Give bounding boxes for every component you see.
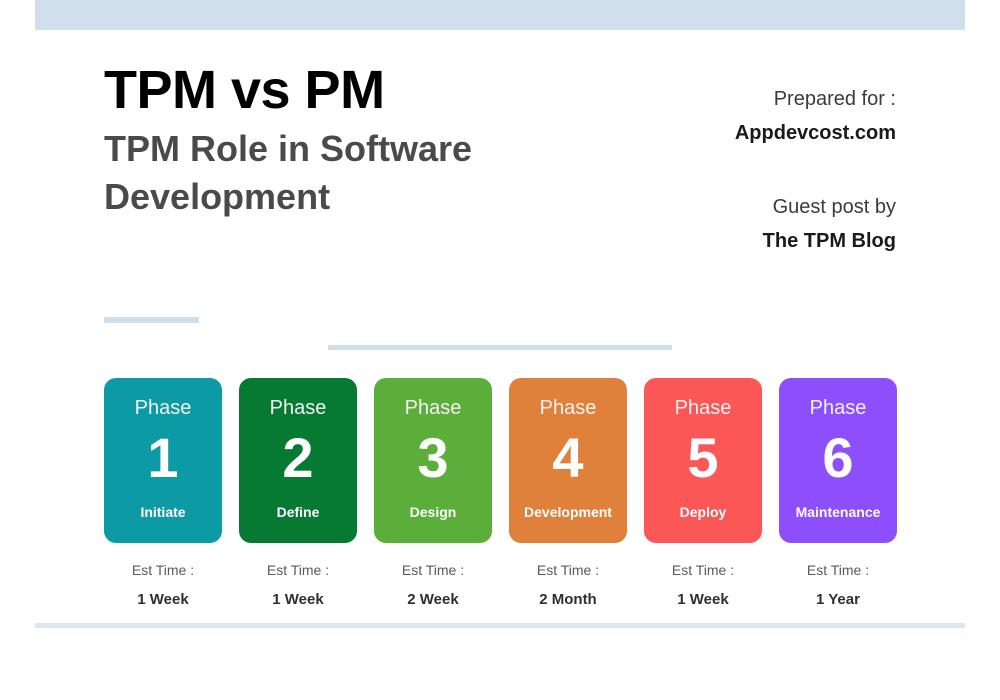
- phase-number: 4: [552, 426, 584, 489]
- phase-word: Phase: [134, 397, 192, 419]
- page-title: TPM vs PM: [104, 60, 385, 120]
- est-time-label: Est Time :: [131, 562, 195, 578]
- est-time-label: Est Time :: [401, 562, 465, 578]
- est-time-block-3: Est Time : 2 Week: [402, 561, 464, 610]
- est-time-label: Est Time :: [266, 562, 330, 578]
- credit-guest-post-by: Guest post by The TPM Blog: [596, 192, 896, 256]
- est-time-value: 1 Week: [137, 590, 189, 608]
- est-time-value: 1 Year: [816, 590, 860, 608]
- decorative-rule-bottom: [35, 623, 965, 628]
- top-decorative-band: [35, 0, 965, 30]
- credit-value: Appdevcost.com: [734, 122, 896, 144]
- phase-number: 3: [417, 426, 449, 489]
- est-time-value: 1 Week: [677, 590, 729, 608]
- phase-card-2[interactable]: Phase 2 Define: [239, 378, 357, 543]
- page-subtitle: TPM Role in Software Development: [104, 127, 473, 218]
- phase-name: Development: [524, 504, 612, 520]
- est-time-block-1: Est Time : 1 Week: [132, 561, 194, 610]
- est-time-block-4: Est Time : 2 Month: [537, 561, 599, 610]
- est-time-label: Est Time :: [671, 562, 735, 578]
- phase-column: Phase 5 Deploy Est Time : 1 Week: [644, 378, 762, 610]
- phase-card-3[interactable]: Phase 3 Design: [374, 378, 492, 543]
- slide-canvas: TPM vs PM TPM Role in Software Developme…: [0, 0, 1000, 700]
- header-region: TPM vs PM TPM Role in Software Developme…: [0, 62, 1000, 262]
- credit-label: Prepared for :: [773, 88, 896, 110]
- est-time-value: 2 Week: [407, 590, 459, 608]
- phase-column: Phase 2 Define Est Time : 1 Week: [239, 378, 357, 610]
- decorative-rule-long: [328, 345, 672, 350]
- phase-column: Phase 4 Development Est Time : 2 Month: [509, 378, 627, 610]
- phase-card-6[interactable]: Phase 6 Maintenance: [779, 378, 897, 543]
- est-time-label: Est Time :: [806, 562, 870, 578]
- phase-name: Define: [276, 504, 320, 520]
- phase-number: 1: [147, 426, 179, 489]
- phase-word: Phase: [539, 397, 597, 419]
- phase-number: 6: [822, 426, 854, 489]
- phase-card-4[interactable]: Phase 4 Development: [509, 378, 627, 543]
- phase-name: Deploy: [679, 504, 727, 520]
- credits-block: Prepared for : Appdevcost.com Guest post…: [596, 84, 896, 256]
- phase-word: Phase: [404, 397, 462, 419]
- est-time-block-2: Est Time : 1 Week: [267, 561, 329, 610]
- phase-number: 2: [282, 426, 314, 489]
- phase-name: Initiate: [140, 504, 186, 520]
- title-block: TPM vs PM TPM Role in Software Developme…: [104, 62, 624, 222]
- est-time-block-6: Est Time : 1 Year: [807, 561, 869, 610]
- est-time-label: Est Time :: [536, 562, 600, 578]
- phase-word: Phase: [269, 397, 327, 419]
- phase-column: Phase 3 Design Est Time : 2 Week: [374, 378, 492, 610]
- phase-number: 5: [687, 426, 719, 489]
- phase-card-5[interactable]: Phase 5 Deploy: [644, 378, 762, 543]
- phase-card-1[interactable]: Phase 1 Initiate: [104, 378, 222, 543]
- phase-word: Phase: [809, 397, 867, 419]
- phase-column: Phase 6 Maintenance Est Time : 1 Year: [779, 378, 897, 610]
- phase-name: Design: [409, 504, 457, 520]
- phase-word: Phase: [674, 397, 732, 419]
- decorative-rule-short: [104, 317, 199, 323]
- est-time-value: 1 Week: [272, 590, 324, 608]
- est-time-value: 2 Month: [539, 590, 597, 608]
- phase-cards-row: Phase 1 Initiate Est Time : 1 Week Phase…: [104, 378, 897, 610]
- credit-prepared-for: Prepared for : Appdevcost.com: [596, 84, 896, 148]
- phase-name: Maintenance: [795, 504, 881, 520]
- est-time-block-5: Est Time : 1 Week: [672, 561, 734, 610]
- phase-column: Phase 1 Initiate Est Time : 1 Week: [104, 378, 222, 610]
- credit-value: The TPM Blog: [762, 230, 896, 252]
- credit-label: Guest post by: [772, 196, 896, 218]
